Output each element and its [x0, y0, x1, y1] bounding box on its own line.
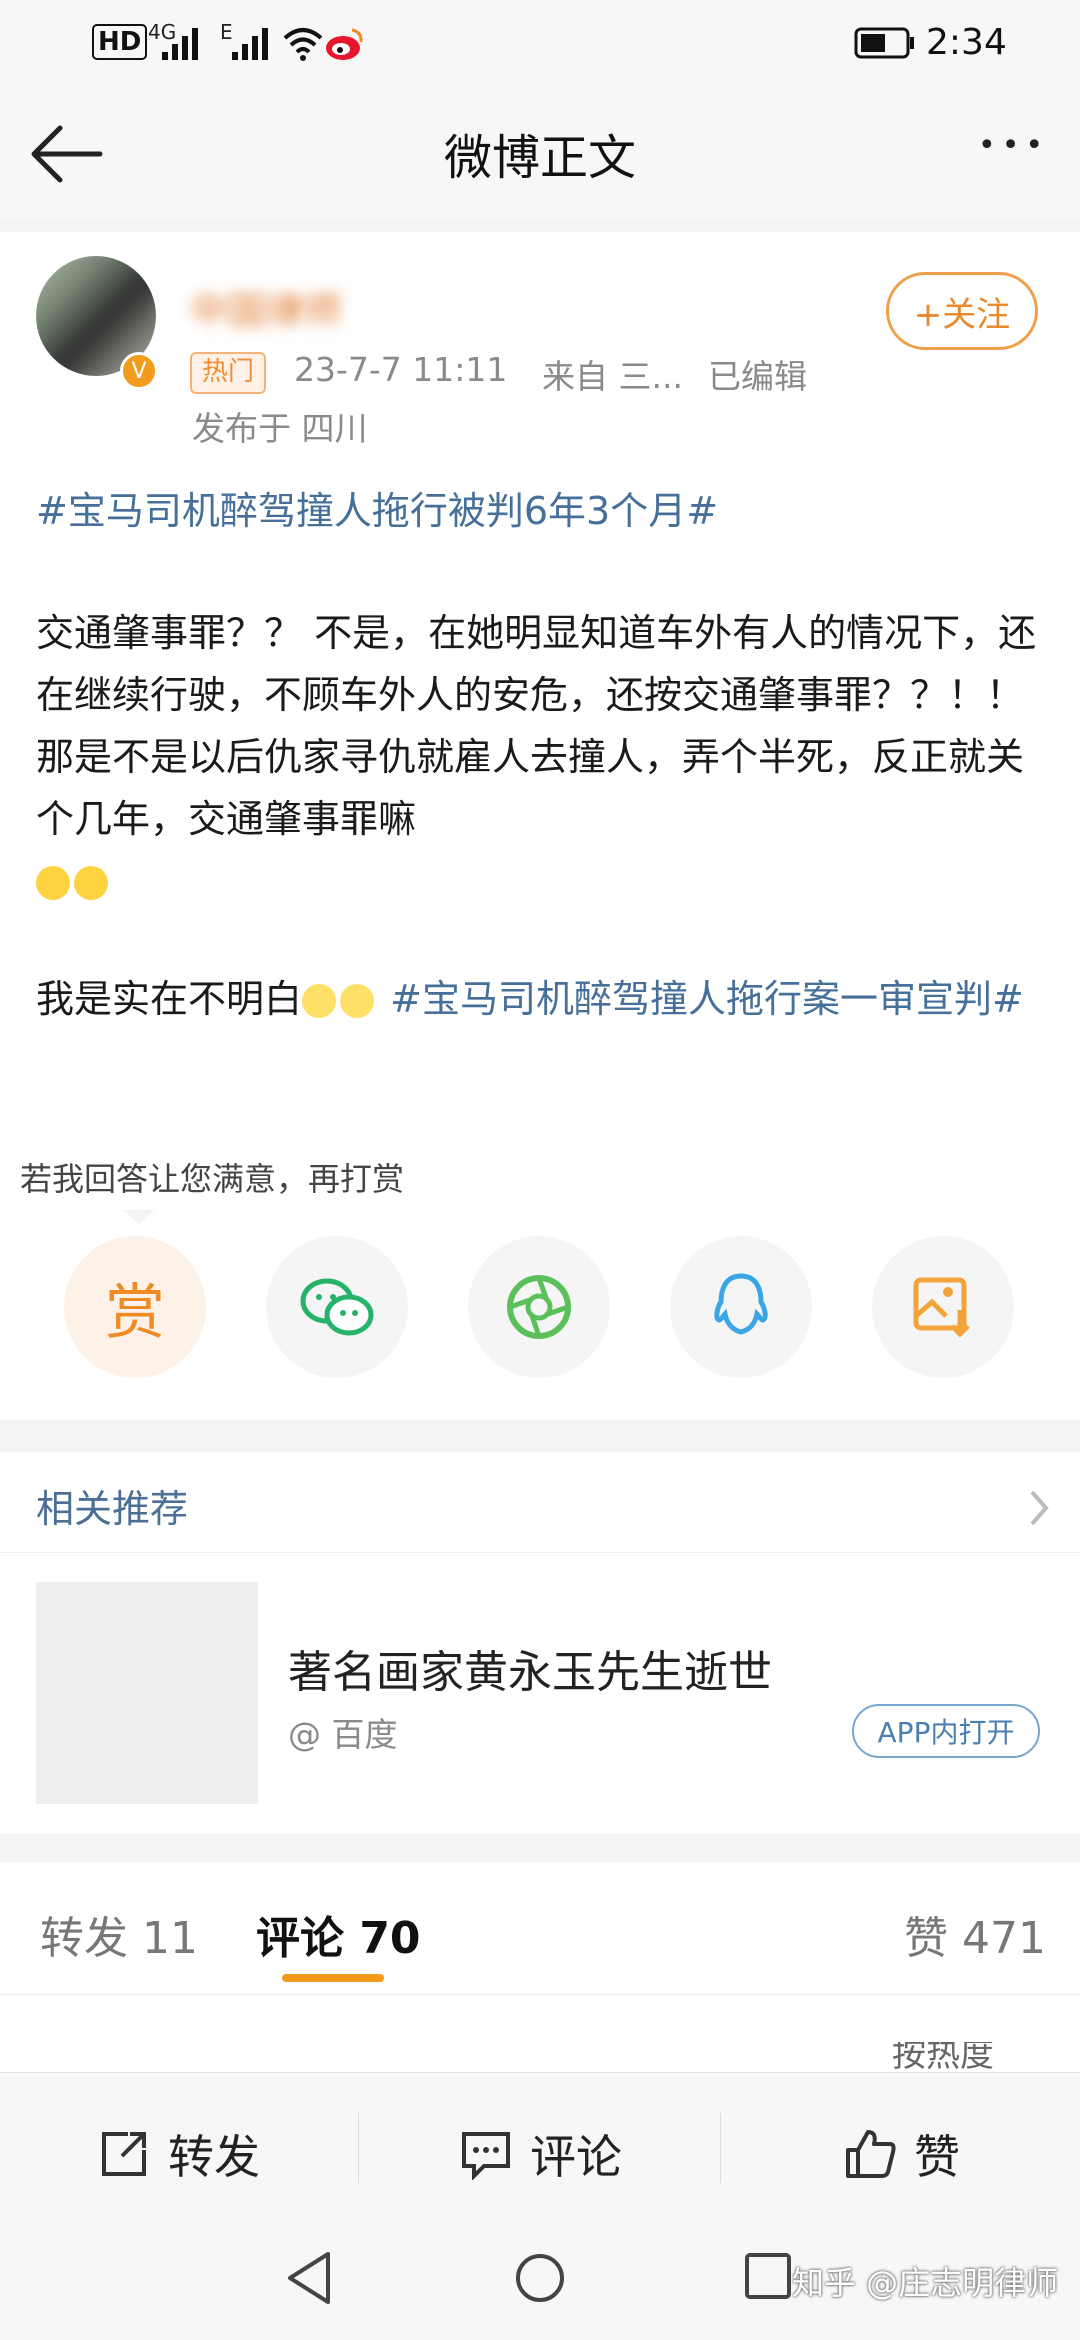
tab-comment[interactable]: 评论 70: [256, 1902, 421, 1966]
related-header: 相关推荐: [36, 1487, 189, 1531]
related-title[interactable]: 著名画家黄永玉先生逝世: [288, 1636, 772, 1700]
post-paragraph-text: 交通肇事罪？？ 不是，在她明显知道车外有人的情况下，还在继续行驶，不顾车外人的安…: [36, 611, 1037, 841]
chevron-right-icon[interactable]: [1028, 1488, 1052, 1528]
topic-link-2[interactable]: #宝马司机醉驾撞人拖行案一审宣判#: [390, 977, 1024, 1021]
post-paragraph-2-text: 我是实在不明白: [36, 977, 303, 1021]
status-bar: HD 4G E 2:34: [0, 0, 1080, 88]
repost-button[interactable]: 转发: [98, 2121, 260, 2187]
post-card: V 中国律师 +关注 热门 23-7-7 11:11 来自 三... 已编辑 发…: [0, 232, 1080, 1420]
share-moments-button[interactable]: [468, 1236, 610, 1378]
comment-button[interactable]: 评论: [460, 2121, 622, 2187]
comment-icon: [462, 2132, 510, 2180]
dizzy-emoji-icon: [302, 984, 337, 1018]
sort-toggle[interactable]: 按热度: [892, 2042, 994, 2072]
share-qq-button[interactable]: [670, 1236, 812, 1378]
shrug-emoji-icon: [74, 866, 108, 900]
divider: [0, 1994, 1080, 1995]
save-image-button[interactable]: [872, 1236, 1014, 1378]
edited-label: 已编辑: [708, 357, 807, 396]
interaction-tabs: 转发 11 评论 70 赞 471 按热度: [0, 1862, 1080, 2072]
divider: [0, 1552, 1080, 1553]
moments-icon: [507, 1275, 571, 1339]
clock: 2:34: [926, 22, 1007, 63]
weibo-notification-icon: [326, 28, 363, 60]
post-source[interactable]: 来自 三...: [542, 350, 683, 398]
related-source: @ 百度: [288, 1715, 398, 1754]
repost-label: 转发: [168, 2130, 260, 2184]
divider: [720, 2113, 721, 2183]
hot-badge: 热门: [190, 352, 267, 394]
reward-prompt: 若我回答让您满意，再打赏: [20, 1160, 405, 1198]
title-bar: 微博正文 •••: [0, 88, 1080, 220]
repost-icon: [102, 2132, 146, 2176]
wechat-icon: [300, 1278, 374, 1336]
action-bar: 转发 评论 赞: [0, 2072, 1080, 2223]
comment-label: 评论: [530, 2130, 622, 2184]
hd-indicator: HD: [92, 24, 148, 60]
more-menu-icon[interactable]: •••: [978, 128, 1049, 163]
wifi-icon: [283, 28, 323, 61]
reward-button[interactable]: 赏: [64, 1236, 206, 1378]
nav-home-icon[interactable]: [514, 2252, 566, 2304]
signal-icon-2: [232, 28, 268, 60]
verified-badge-icon: V: [120, 352, 158, 390]
like-button[interactable]: 赞: [844, 2121, 960, 2187]
related-thumbnail[interactable]: [36, 1582, 258, 1804]
system-nav-bar: 知乎 @庄志明律师: [0, 2222, 1080, 2340]
sort-label: 按热度: [892, 2042, 994, 2072]
tab-like[interactable]: 赞 471: [904, 1902, 1046, 1966]
post-paragraph: 交通肇事罪？？ 不是，在她明显知道车外有人的情况下，还在继续行驶，不顾车外人的安…: [36, 602, 1046, 912]
battery-icon: [854, 27, 914, 59]
divider: [358, 2113, 359, 2183]
watermark: 知乎 @庄志明律师: [792, 2264, 1059, 2302]
page-title: 微博正文: [443, 130, 636, 186]
qq-icon: [714, 1273, 768, 1335]
reward-label: 赏: [105, 1277, 165, 1348]
username[interactable]: 中国律师: [190, 280, 342, 335]
post-paragraph-2: 我是实在不明白 #宝马司机醉驾撞人拖行案一审宣判#: [36, 968, 1046, 1030]
follow-button[interactable]: +关注: [886, 272, 1038, 350]
share-wechat-button[interactable]: [266, 1236, 408, 1378]
like-label: 赞: [914, 2130, 960, 2184]
nav-back-icon[interactable]: [284, 2250, 336, 2306]
dizzy-emoji-icon: [340, 984, 375, 1018]
nav-recents-icon[interactable]: [744, 2252, 792, 2300]
save-image-icon: [913, 1277, 970, 1338]
topic-link[interactable]: #宝马司机醉驾撞人拖行被判6年3个月#: [36, 480, 1046, 542]
tooltip-pointer: [123, 1210, 155, 1224]
tab-indicator: [282, 1974, 384, 1982]
shrug-emoji-icon: [36, 866, 70, 900]
signal-icon: [162, 28, 198, 60]
tab-repost[interactable]: 转发 11: [40, 1902, 198, 1966]
related-section: 相关推荐 著名画家黄永玉先生逝世 @ 百度 APP内打开: [0, 1452, 1080, 1834]
open-in-app-button[interactable]: APP内打开: [852, 1704, 1040, 1758]
post-location: 发布于 四川: [192, 409, 368, 448]
thumbs-up-icon: [846, 2130, 896, 2178]
post-date: 23-7-7 11:11: [294, 350, 508, 389]
